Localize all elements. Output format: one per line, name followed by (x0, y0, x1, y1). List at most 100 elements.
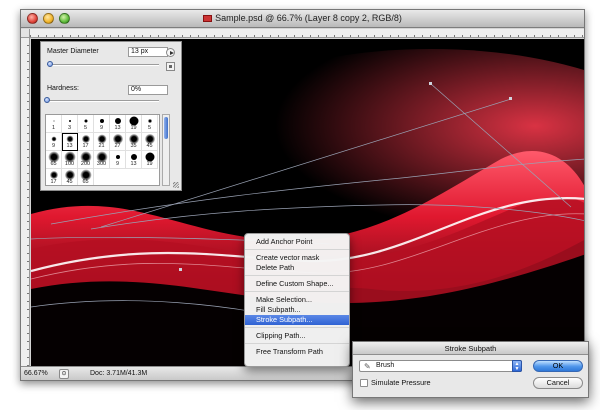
menu-separator (245, 327, 349, 328)
brush-size-label: 45 (146, 143, 153, 149)
brush-tip[interactable]: 27 (110, 133, 126, 151)
psd-file-icon (203, 15, 213, 22)
brush-size-label: 35 (130, 143, 137, 149)
brush-tip[interactable]: 100 (62, 151, 78, 169)
menu-item-clipping-path[interactable]: Clipping Path... (245, 331, 349, 341)
tool-select[interactable]: ✎ Brush ▲ ▼ (359, 360, 522, 372)
brush-size-label: 21 (98, 143, 105, 149)
brush-size-label: 3 (67, 125, 72, 131)
master-diameter-input[interactable]: 13 px (128, 47, 168, 57)
brush-tip[interactable]: 13 (126, 151, 142, 169)
brush-tip[interactable]: 300 (94, 151, 110, 169)
hard-brush-icon (53, 120, 54, 122)
brush-grid-scrollbar[interactable] (162, 114, 170, 186)
scrollbar-thumb[interactable] (164, 117, 168, 139)
cancel-button[interactable]: Cancel (533, 377, 583, 389)
brush-size-label: 13 (130, 161, 137, 167)
menu-item-create-vector-mask[interactable]: Create vector mask (245, 253, 349, 263)
menu-item-delete-path[interactable]: Delete Path (245, 263, 349, 273)
brush-size-label: 17 (50, 179, 57, 185)
brush-size-label: 19 (130, 125, 137, 131)
brush-size-label: 45 (66, 179, 73, 185)
brush-size-label: 13 (66, 143, 73, 149)
simulate-pressure-checkbox[interactable] (360, 379, 368, 387)
stroke-subpath-dialog: Stroke Subpath ✎ Brush ▲ ▼ Simulate Press… (352, 341, 589, 398)
menu-item-fill-subpath[interactable]: Fill Subpath... (245, 305, 349, 315)
brush-tip[interactable]: 13 (62, 133, 78, 151)
soft-brush-icon (51, 136, 56, 142)
vertical-ruler[interactable] (21, 38, 30, 366)
brush-size-label: 65 (50, 161, 57, 167)
resize-grip-icon[interactable] (173, 182, 179, 188)
hardness-slider[interactable] (47, 100, 159, 102)
tool-select-value: Brush (376, 362, 395, 369)
ruler-origin[interactable] (21, 29, 30, 38)
soft-brush-icon (49, 171, 58, 179)
brush-tip[interactable]: 3 (62, 115, 78, 133)
menu-item-define-custom-shape[interactable]: Define Custom Shape... (245, 279, 349, 289)
brush-tip-grid: 1 3 5 9 13 19 5 9 13 17 21 27 35 45 65 100 200 300 9 13 19 17… (45, 114, 160, 186)
window-title-area: Sample.psd @ 66.7% (Layer 8 copy 2, RGB/… (21, 13, 584, 23)
horizontal-ruler[interactable] (30, 29, 584, 38)
ok-button[interactable]: OK (533, 360, 583, 372)
brush-size-label: 200 (80, 161, 91, 167)
hard-brush-icon (68, 120, 71, 122)
simulate-pressure-label[interactable]: Simulate Pressure (371, 378, 431, 387)
brush-tip[interactable]: 9 (94, 115, 110, 133)
brush-size-label: 100 (64, 161, 75, 167)
new-preset-icon[interactable] (166, 62, 175, 71)
master-diameter-slider[interactable] (47, 64, 159, 66)
menu-separator (245, 291, 349, 292)
brush-tip[interactable]: 5 (142, 115, 158, 133)
brush-tip[interactable]: 21 (94, 133, 110, 151)
brush-tip[interactable]: 45 (142, 133, 158, 151)
hard-brush-icon (130, 154, 137, 160)
brush-size-label: 65 (82, 179, 89, 185)
brush-tip[interactable]: 19 (126, 115, 142, 133)
master-diameter-label: Master Diameter (47, 48, 99, 55)
brush-tip[interactable]: 17 (46, 169, 62, 185)
brush-size-label: 19 (146, 161, 153, 167)
brush-tip[interactable]: 13 (110, 115, 126, 133)
brush-tip[interactable]: 65 (78, 169, 94, 185)
zoom-level-field[interactable]: 66.67% (24, 369, 56, 379)
brush-tip[interactable]: 5 (78, 115, 94, 133)
hard-brush-icon (115, 155, 120, 159)
menu-item-stroke-subpath[interactable]: Stroke Subpath... (245, 315, 349, 325)
soft-brush-icon (81, 135, 90, 143)
title-bar[interactable]: Sample.psd @ 66.7% (Layer 8 copy 2, RGB/… (21, 10, 584, 28)
brush-tip[interactable]: 19 (142, 151, 158, 169)
brush-tip[interactable]: 65 (46, 151, 62, 169)
soft-brush-icon (147, 119, 152, 123)
soft-brush-icon (66, 135, 73, 143)
brush-size-label: 1 (51, 125, 56, 131)
hardness-slider-thumb[interactable] (44, 97, 50, 103)
brush-size-label: 27 (114, 143, 121, 149)
status-info-button[interactable]: ⊙ (59, 369, 69, 379)
master-diameter-slider-thumb[interactable] (47, 61, 54, 67)
brush-tip[interactable]: 1 (46, 115, 62, 133)
menu-item-add-anchor-point[interactable]: Add Anchor Point (245, 237, 349, 247)
menu-item-make-selection[interactable]: Make Selection... (245, 295, 349, 305)
menu-separator (245, 249, 349, 250)
brush-tip[interactable]: 9 (46, 133, 62, 151)
brush-menu-arrow-icon[interactable] (166, 48, 175, 57)
window-title: Sample.psd @ 66.7% (Layer 8 copy 2, RGB/… (215, 13, 402, 23)
brush-tip[interactable]: 45 (62, 169, 78, 185)
select-arrows-icon: ▲ ▼ (512, 360, 522, 372)
menu-item-free-transform-path[interactable]: Free Transform Path (245, 347, 349, 357)
brush-size-label: 5 (147, 125, 152, 131)
hard-brush-icon (84, 119, 87, 123)
brush-size-label: 5 (83, 125, 88, 131)
hardness-input[interactable]: 0% (128, 85, 168, 95)
document-size-readout: Doc: 3.71M/41.3M (90, 370, 148, 377)
brush-tip[interactable]: 35 (126, 133, 142, 151)
hard-brush-icon (114, 118, 121, 124)
brush-tip[interactable]: 17 (78, 133, 94, 151)
brush-tip[interactable]: 9 (110, 151, 126, 169)
brush-size-label: 17 (82, 143, 89, 149)
brush-size-label: 9 (115, 161, 120, 167)
brush-tip[interactable]: 200 (78, 151, 94, 169)
menu-separator (245, 275, 349, 276)
brush-size-label: 9 (99, 125, 104, 131)
